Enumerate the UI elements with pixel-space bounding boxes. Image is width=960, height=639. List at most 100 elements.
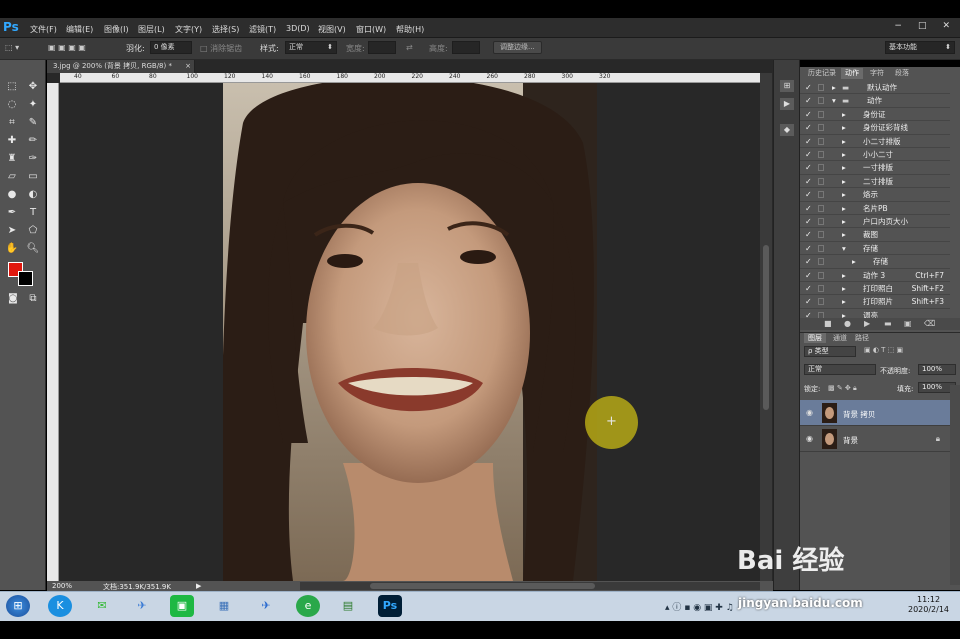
trash-icon[interactable]: ⌫ (924, 319, 935, 328)
type-tool-icon[interactable]: T (24, 205, 42, 221)
actions-tab[interactable]: 字符 (866, 68, 888, 79)
gradient-tool-icon[interactable]: ▭ (24, 169, 42, 185)
eye-icon[interactable]: ◉ (806, 408, 813, 417)
check-icon[interactable]: ✓ (805, 202, 812, 215)
dialog-toggle-box[interactable] (818, 258, 824, 266)
check-icon[interactable]: ✓ (805, 269, 812, 282)
action-row[interactable]: ✓ ▸ 动作 3 Ctrl+F7 (800, 269, 950, 282)
new-set-icon[interactable]: ▬ (884, 319, 892, 328)
swap-icon[interactable]: ⇄ (406, 43, 413, 52)
check-icon[interactable]: ✓ (805, 121, 812, 134)
layer-row[interactable]: ◉ 背景 拷贝 (800, 400, 950, 426)
layers-tab[interactable]: 图层 (804, 333, 826, 343)
check-icon[interactable]: ✓ (805, 108, 812, 121)
check-icon[interactable]: ✓ (805, 135, 812, 148)
dialog-toggle-box[interactable] (818, 151, 824, 158)
layer-row[interactable]: ◉ 背景 🔒︎ (800, 426, 950, 452)
healing-brush-icon[interactable]: ✚ (3, 133, 21, 149)
dialog-toggle-box[interactable] (818, 204, 824, 212)
antialias-checkbox[interactable]: □ 消除锯齿 (200, 43, 242, 54)
history-panel-icon[interactable]: ⊞ (780, 80, 794, 92)
layers-tab[interactable]: 通道 (829, 333, 851, 343)
action-row[interactable]: ✓ ▾ ▬ 动作 (800, 94, 950, 108)
menu-item[interactable]: 视图(V) (318, 24, 346, 35)
minimize-button[interactable]: − (894, 21, 902, 31)
menu-item[interactable]: 滤镜(T) (249, 24, 276, 35)
action-row[interactable]: ✓ ▸ 名片PB (800, 202, 950, 215)
action-row[interactable]: ✓ ▸ ▬ 默认动作 (800, 81, 950, 95)
wechat-icon[interactable]: ✉ (90, 595, 114, 617)
menu-item[interactable]: 选择(S) (212, 24, 239, 35)
horizontal-ruler[interactable]: 40 60 80 100 120 140 160 180 200 220 240 260 280 300 3… (60, 73, 760, 83)
menu-item[interactable]: 3D(D) (286, 24, 310, 33)
eyedropper-icon[interactable]: ✎ (24, 115, 42, 131)
calculator-icon[interactable]: ▦ (212, 595, 236, 617)
check-icon[interactable]: ✓ (805, 175, 812, 188)
action-row[interactable]: ✓ ▸ 二寸排版 (800, 175, 950, 189)
stop-icon[interactable]: ■ (824, 319, 832, 328)
expand-triangle-icon[interactable]: ▸ (842, 202, 846, 215)
lock-icons[interactable]: ▩ ✎ ✥ 🔒︎ (828, 384, 857, 393)
actions-panel-icon[interactable]: ▶ (780, 98, 794, 110)
screen-mode-icon[interactable]: ⧉ (24, 291, 42, 307)
hand-tool-icon[interactable]: ✋ (3, 241, 21, 257)
eraser-tool-icon[interactable]: ▱ (3, 169, 21, 185)
dialog-toggle-box[interactable] (818, 84, 824, 91)
kugou-icon[interactable]: K (48, 595, 72, 617)
height-input[interactable] (452, 41, 480, 54)
expand-triangle-icon[interactable]: ▸ (842, 135, 846, 148)
dialog-toggle-box[interactable] (818, 137, 824, 145)
close-button[interactable]: ✕ (942, 21, 950, 31)
action-row[interactable]: ✓ ▸ 存储 (800, 255, 950, 269)
photo-canvas[interactable] (223, 83, 597, 581)
expand-triangle-icon[interactable]: ▸ (842, 282, 846, 295)
menu-item[interactable]: 文件(F) (30, 24, 57, 35)
marquee-tool-icon[interactable]: ⬚ ▾ (5, 43, 19, 52)
check-icon[interactable]: ✓ (805, 242, 812, 255)
tray-icons[interactable]: ▴ ⓘ ▪ ◉ ▣ ✚ ♫ (665, 600, 734, 613)
expand-triangle-icon[interactable]: ▾ (842, 242, 846, 255)
menu-item[interactable]: 文字(Y) (175, 24, 202, 35)
expand-triangle-icon[interactable]: ▸ (842, 295, 846, 308)
iqiyi-icon[interactable]: ▣ (170, 595, 194, 617)
action-row[interactable]: ✓ ▸ 裁图 (800, 228, 950, 242)
menu-item[interactable]: 编辑(E) (66, 24, 93, 35)
layer-filter-select[interactable]: ρ 类型 (804, 346, 856, 357)
expand-triangle-icon[interactable]: ▸ (842, 228, 846, 241)
check-icon[interactable]: ✓ (805, 282, 812, 295)
action-row[interactable]: ✓ ▸ 一寸排版 (800, 161, 950, 175)
vertical-scroll-thumb[interactable] (763, 245, 769, 410)
status-arrow-icon[interactable]: ▶ (196, 582, 201, 590)
actions-tab[interactable]: 段落 (891, 68, 913, 79)
expand-triangle-icon[interactable]: ▸ (832, 81, 836, 94)
actions-tab[interactable]: 动作 (841, 68, 863, 79)
check-icon[interactable]: ✓ (805, 161, 812, 174)
expand-triangle-icon[interactable]: ▸ (842, 161, 846, 174)
dialog-toggle-box[interactable] (818, 271, 824, 279)
marquee-tool-icon[interactable]: ⬚ (3, 79, 21, 95)
document-tab[interactable]: 3.jpg @ 200% (背景 拷贝, RGB/8) * × (47, 60, 195, 73)
messenger-icon[interactable]: ✈ (254, 595, 278, 617)
pen-tool-icon[interactable]: ✒ (3, 205, 21, 221)
expand-triangle-icon[interactable]: ▸ (842, 121, 846, 134)
menu-item[interactable]: 窗口(W) (356, 24, 386, 35)
crop-tool-icon[interactable]: ⌗ (3, 115, 21, 131)
history-brush-icon[interactable]: ✑ (24, 151, 42, 167)
dialog-toggle-box[interactable] (818, 97, 824, 105)
zoom-tool-icon[interactable]: 🔍︎ (24, 241, 42, 257)
workspace-select[interactable]: 基本功能 ⬍ (885, 41, 955, 54)
eye-icon[interactable]: ◉ (806, 434, 813, 443)
magic-wand-icon[interactable]: ✦ (24, 97, 42, 113)
action-row[interactable]: ✓ ▸ 烙示 (800, 188, 950, 202)
zoom-level[interactable]: 200% (52, 582, 72, 590)
layer-filter-icons[interactable]: ▣ ◐ T ⬚ ▣ (864, 346, 903, 354)
dialog-toggle-box[interactable] (818, 244, 824, 252)
shape-tool-icon[interactable]: ⬠ (24, 223, 42, 239)
layers-scrollbar[interactable] (950, 385, 960, 585)
close-icon[interactable]: × (185, 60, 191, 73)
action-row[interactable]: ✓ ▸ 身份证彩背线 (800, 121, 950, 135)
expand-triangle-icon[interactable]: ▸ (842, 148, 846, 161)
check-icon[interactable]: ✓ (805, 215, 812, 228)
check-icon[interactable]: ✓ (805, 295, 812, 308)
action-row[interactable]: ✓ ▸ 身份证 (800, 108, 950, 122)
